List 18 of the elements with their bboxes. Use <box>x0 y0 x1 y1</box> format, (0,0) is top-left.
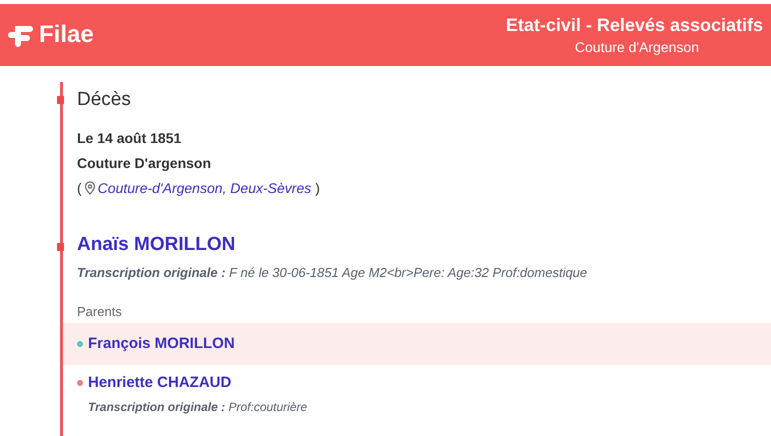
event-place: Couture D'argenson <box>77 154 212 173</box>
location-link[interactable]: Couture-d'Argenson, Deux-Sèvres <box>98 178 312 199</box>
transcription-text: Transcription originale : F né le 30-06-1851 Age M2<br>Pere: Age:32 Prof:domestique <box>77 264 588 282</box>
timeline-marker <box>57 96 64 104</box>
event-date: Le 14 août 1851 <box>77 128 182 148</box>
parent-name-link[interactable]: François MORILLON <box>88 332 235 355</box>
logo-icon <box>6 23 36 47</box>
person-name-link[interactable]: Anaïs MORILLON <box>77 232 771 256</box>
timeline-marker <box>57 243 64 251</box>
parenthesis: ) <box>315 178 320 198</box>
parent-name-link[interactable]: Henriette CHAZAUD <box>88 372 232 394</box>
parenthesis: ( <box>77 178 82 198</box>
parents-label: Parents <box>76 303 123 321</box>
page-subtitle: Couture d'Argenson <box>574 38 699 56</box>
section-title: Décès <box>77 88 132 112</box>
map-pin-icon <box>84 181 96 196</box>
transcription-text: Transcription originale : Prof:couturière <box>88 398 308 416</box>
page-title: Etat-civil - Relevés associatifs <box>506 14 763 36</box>
